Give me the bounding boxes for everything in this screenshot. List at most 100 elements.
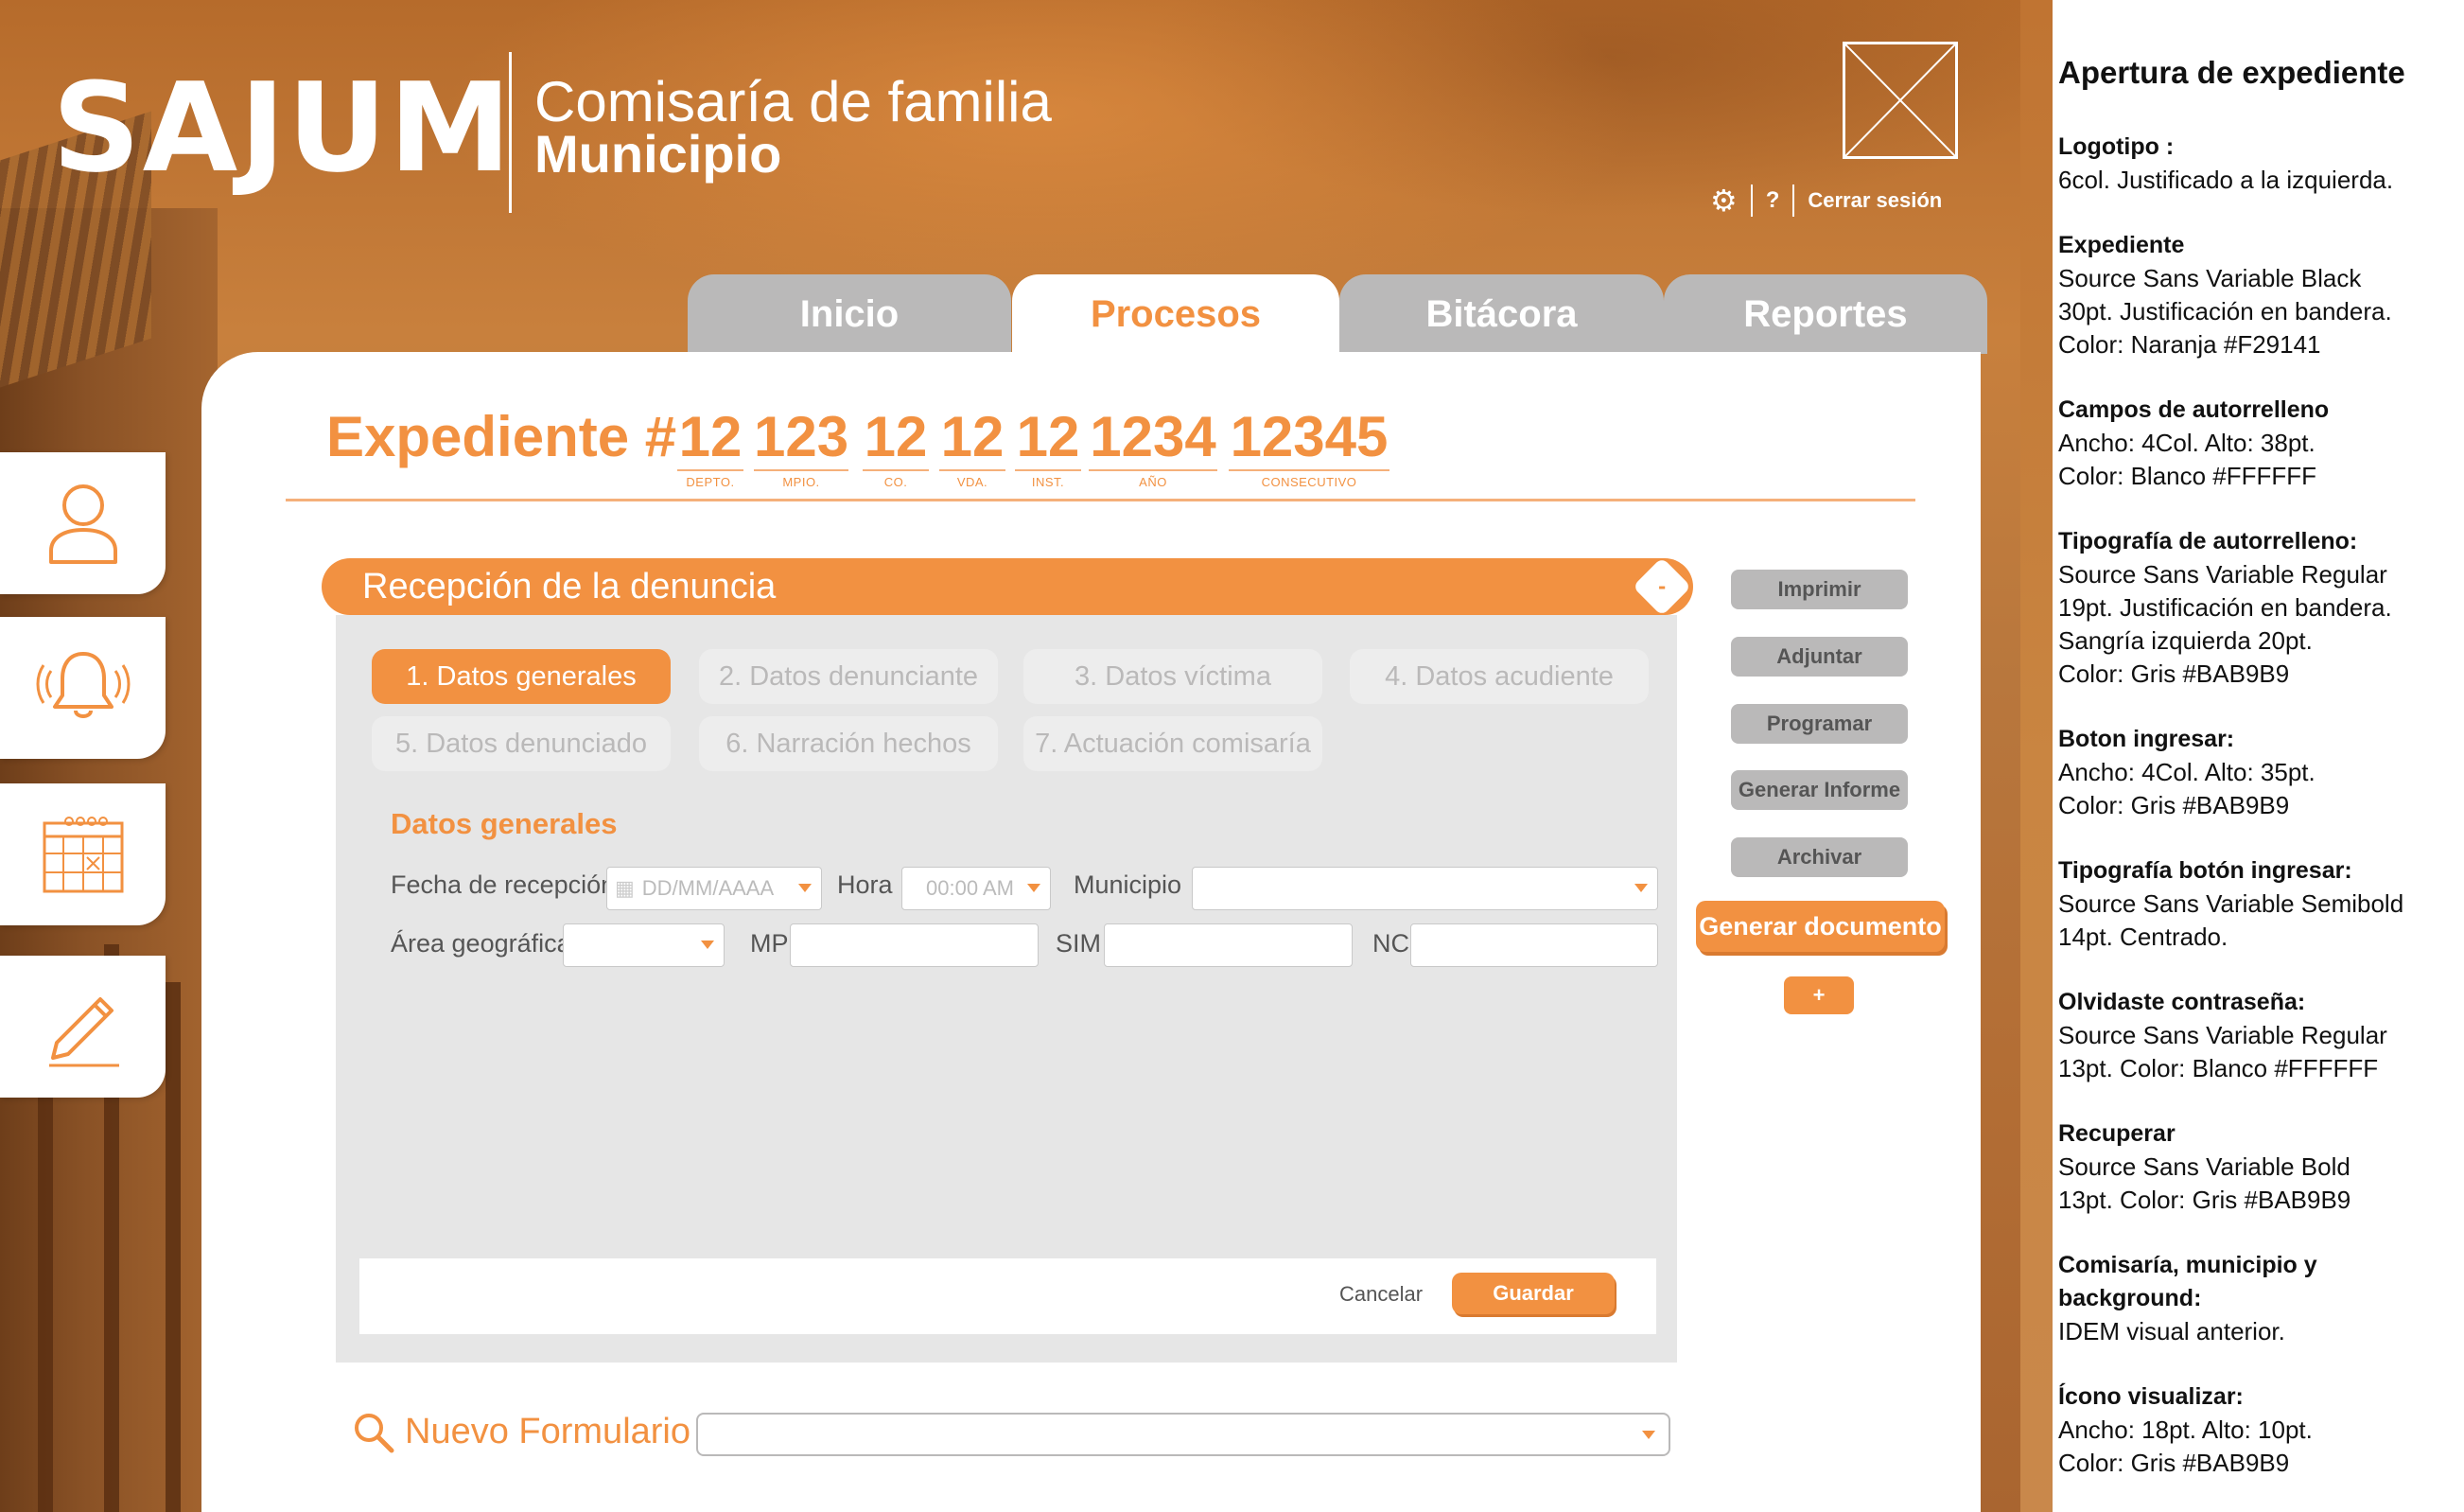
sidenav-edit[interactable] bbox=[0, 956, 166, 1098]
save-button[interactable]: Guardar bbox=[1452, 1273, 1615, 1314]
hora-placeholder: 00:00 AM bbox=[926, 876, 1014, 900]
spec-item: Boton ingresar: Ancho: 4Col. Alto: 35pt. C… bbox=[2058, 723, 2464, 822]
mp-label: MP bbox=[750, 929, 789, 958]
spec-item: Tipografía botón ingresar: Source Sans Va… bbox=[2058, 854, 2464, 954]
calendar-small-icon: ▦ bbox=[615, 876, 635, 900]
divider bbox=[1750, 185, 1753, 217]
background-pole bbox=[166, 982, 181, 1512]
expediente-anio: 1234 AÑO bbox=[1089, 409, 1217, 489]
spec-item-heading: Logotipo : bbox=[2058, 133, 2175, 160]
cancel-button[interactable]: Cancelar bbox=[1339, 1282, 1423, 1307]
spec-item-line: 19pt. Justificación en bandera. bbox=[2058, 593, 2392, 622]
spec-item-line: Source Sans Variable Semibold bbox=[2058, 889, 2404, 918]
spec-item-line: Color: Naranja #F29141 bbox=[2058, 330, 2321, 359]
spec-item-line: 30pt. Justificación en bandera. bbox=[2058, 297, 2392, 325]
hora-input[interactable]: 00:00 AM bbox=[901, 867, 1051, 910]
chevron-down-icon bbox=[1027, 884, 1040, 892]
spec-item-line: Sangría izquierda 20pt. bbox=[2058, 626, 2313, 655]
expediente-consecutivo-value: 12345 bbox=[1229, 409, 1389, 471]
step-datos-acudiente[interactable]: 4. Datos acudiente bbox=[1350, 649, 1649, 704]
user-icon bbox=[48, 484, 117, 564]
spec-item-line: Source Sans Variable Regular bbox=[2058, 1021, 2387, 1049]
add-button[interactable]: + bbox=[1784, 976, 1854, 1014]
expediente-vda-value: 12 bbox=[939, 409, 1005, 471]
profile-image-placeholder[interactable] bbox=[1843, 42, 1958, 159]
expediente-co-caption: CO. bbox=[883, 475, 908, 489]
fecha-recepcion-input[interactable]: ▦ DD/MM/AAAA bbox=[606, 867, 822, 910]
archive-button[interactable]: Archivar bbox=[1731, 837, 1908, 877]
spec-item-line: 6col. Justificado a la izquierda. bbox=[2058, 166, 2394, 194]
fecha-label: Fecha de recepción bbox=[391, 870, 616, 899]
expediente-inst-value: 12 bbox=[1015, 409, 1081, 471]
spec-item-heading: Campos de autorrelleno bbox=[2058, 396, 2330, 423]
sidenav-calendar[interactable] bbox=[0, 783, 166, 925]
sim-label: SIM bbox=[1056, 929, 1102, 958]
sim-input[interactable] bbox=[1104, 923, 1353, 967]
spec-item-line: Color: Gris #BAB9B9 bbox=[2058, 659, 2290, 688]
municipio-select[interactable] bbox=[1192, 867, 1658, 910]
spec-item: Tipografía de autorrelleno: Source Sans V… bbox=[2058, 525, 2464, 691]
spec-title: Apertura de expediente bbox=[2058, 55, 2405, 90]
spec-item-line: Source Sans Variable Bold bbox=[2058, 1152, 2350, 1181]
step-datos-denunciante[interactable]: 2. Datos denunciante bbox=[699, 649, 998, 704]
schedule-button[interactable]: Programar bbox=[1731, 704, 1908, 744]
settings-gear-icon[interactable]: ⚙ bbox=[1710, 185, 1738, 216]
pencil-icon bbox=[48, 997, 119, 1067]
expediente-inst-caption: INST. bbox=[1031, 475, 1065, 489]
area-geografica-select[interactable] bbox=[563, 923, 725, 967]
tab-bitacora[interactable]: Bitácora bbox=[1339, 274, 1664, 354]
spec-item-line: Ancho: 4Col. Alto: 38pt. bbox=[2058, 429, 2315, 457]
spec-item-heading: Expediente bbox=[2058, 232, 2185, 258]
spec-item-line: Ancho: 18pt. Alto: 10pt. bbox=[2058, 1415, 2313, 1444]
step-actuacion-comisaria[interactable]: 7. Actuación comisaría bbox=[1023, 716, 1322, 771]
generate-document-button[interactable]: Generar documento bbox=[1696, 901, 1945, 952]
subtitle-municipio: Municipio bbox=[534, 124, 782, 184]
expediente-depto: 12 DEPTO. bbox=[677, 409, 743, 489]
expediente-consecutivo-caption: CONSECUTIVO bbox=[1261, 475, 1357, 489]
expediente-co-value: 12 bbox=[863, 409, 929, 471]
attach-button[interactable]: Adjuntar bbox=[1731, 637, 1908, 677]
sidenav-user[interactable] bbox=[0, 452, 166, 594]
expediente-vda: 12 VDA. bbox=[939, 409, 1005, 489]
sidenav-notifications[interactable] bbox=[0, 617, 166, 759]
step-datos-generales[interactable]: 1. Datos generales bbox=[372, 649, 671, 704]
spec-item-heading: Tipografía de autorrelleno: bbox=[2058, 528, 2358, 554]
spec-item: Logotipo : 6col. Justificado a la izquier… bbox=[2058, 131, 2464, 197]
spec-sidebar: Apertura de expediente Logotipo : 6col. J… bbox=[2058, 55, 2464, 1512]
tab-reportes[interactable]: Reportes bbox=[1664, 274, 1987, 354]
step-narracion-hechos[interactable]: 6. Narración hechos bbox=[699, 716, 998, 771]
expediente-co: 12 CO. bbox=[863, 409, 929, 489]
expediente-depto-caption: DEPTO. bbox=[686, 475, 735, 489]
help-link[interactable]: ? bbox=[1766, 187, 1780, 214]
expediente-mpio: 123 MPIO. bbox=[754, 409, 848, 489]
spec-item-line: 14pt. Centrado. bbox=[2058, 923, 2228, 951]
step-datos-denunciado[interactable]: 5. Datos denunciado bbox=[372, 716, 671, 771]
expediente-divider bbox=[286, 499, 1915, 501]
logo-divider bbox=[509, 52, 512, 213]
mp-input[interactable] bbox=[790, 923, 1039, 967]
top-links: ⚙ ? Cerrar sesión bbox=[1710, 182, 1942, 220]
tab-procesos[interactable]: Procesos bbox=[1012, 274, 1339, 354]
background-strip bbox=[2020, 0, 2053, 1512]
section-header: Recepción de la denuncia bbox=[322, 558, 1693, 615]
logout-link[interactable]: Cerrar sesión bbox=[1808, 188, 1942, 213]
expediente-anio-caption: AÑO bbox=[1139, 475, 1167, 489]
expediente-title: Expediente # bbox=[326, 405, 677, 468]
spec-item-line: Color: Gris #BAB9B9 bbox=[2058, 1449, 2290, 1477]
nc-input[interactable] bbox=[1410, 923, 1658, 967]
nc-label: NC bbox=[1372, 929, 1409, 958]
step-datos-victima[interactable]: 3. Datos víctima bbox=[1023, 649, 1322, 704]
spec-item-line: IDEM visual anterior. bbox=[2058, 1317, 2285, 1345]
chevron-down-icon bbox=[1642, 1431, 1655, 1439]
nuevo-formulario-select[interactable] bbox=[696, 1413, 1670, 1456]
area-label: Área geográfica bbox=[391, 929, 571, 958]
tab-inicio[interactable]: Inicio bbox=[688, 274, 1011, 354]
spec-item-heading: Comisaría, municipio y background: bbox=[2058, 1252, 2317, 1311]
municipio-label: Municipio bbox=[1074, 870, 1182, 899]
spec-item: Olvidaste contraseña: Source Sans Variabl… bbox=[2058, 986, 2464, 1085]
expediente-depto-value: 12 bbox=[677, 409, 743, 471]
calendar-icon bbox=[43, 817, 123, 893]
spec-item: Campos de autorrelleno Ancho: 4Col. Alto:… bbox=[2058, 394, 2464, 493]
generate-report-button[interactable]: Generar Informe bbox=[1731, 770, 1908, 810]
print-button[interactable]: Imprimir bbox=[1731, 570, 1908, 609]
